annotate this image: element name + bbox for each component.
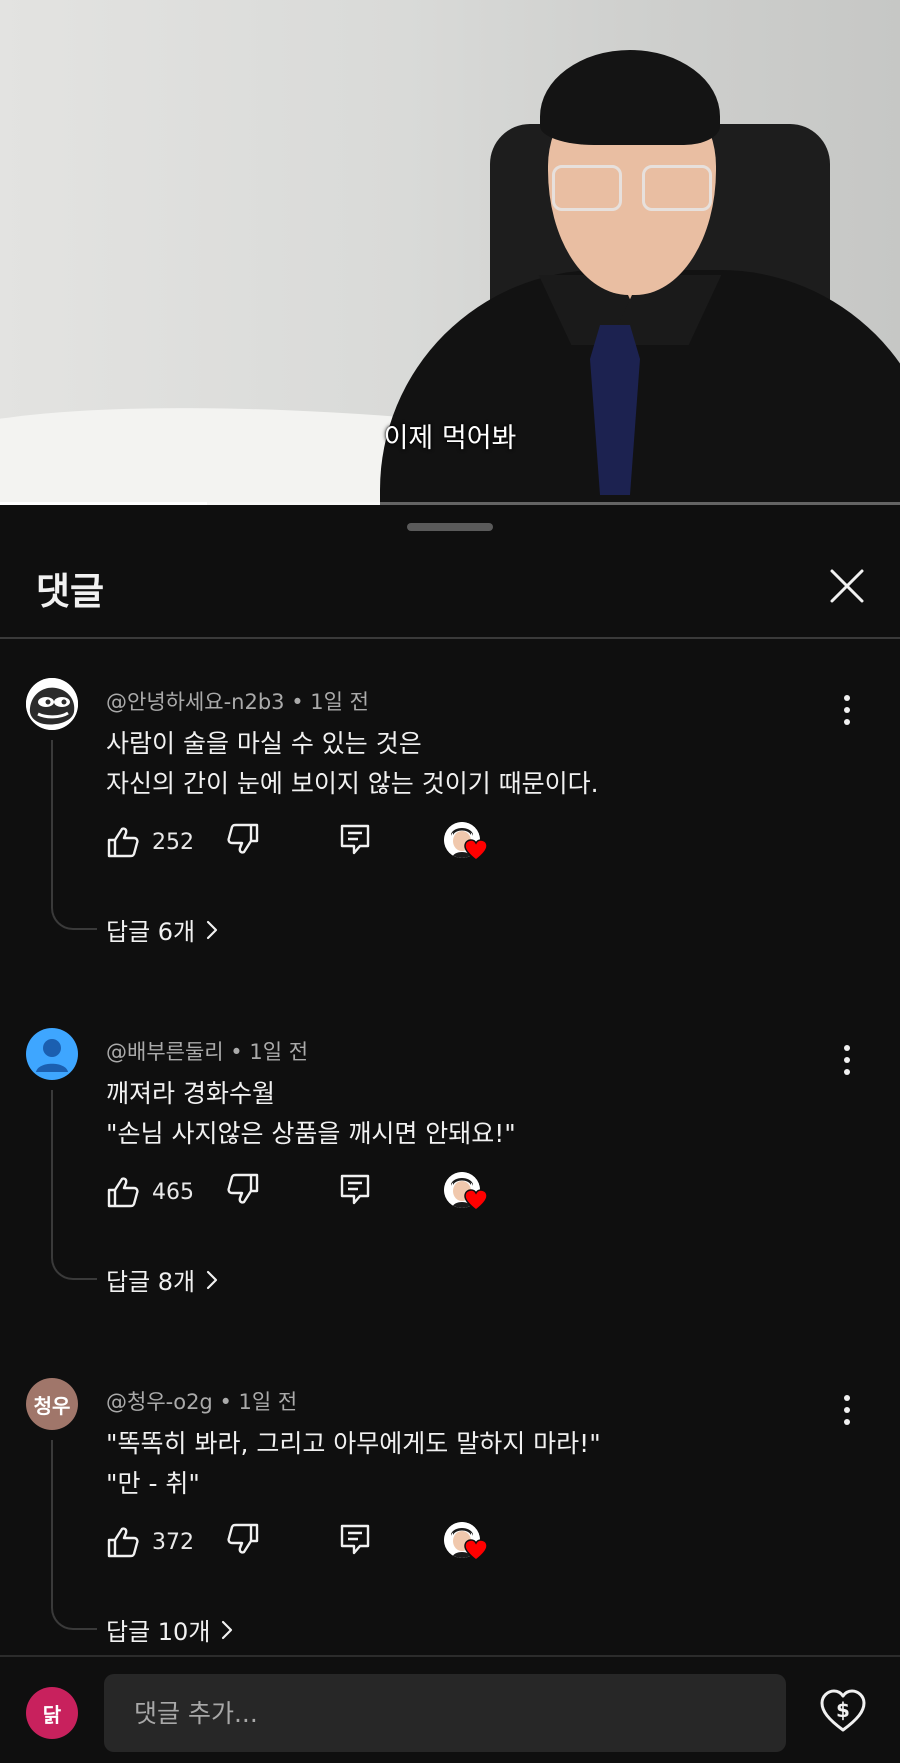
drag-handle[interactable] <box>407 523 493 531</box>
reply-button[interactable] <box>338 1522 378 1562</box>
comment-meta: @배부른둘리 • 1일 전 <box>106 1036 308 1066</box>
heart-icon <box>464 839 488 861</box>
video-person-hair <box>540 50 720 145</box>
reply-thread-line <box>51 740 97 930</box>
comment-meta: @안녕하세요-n2b3 • 1일 전 <box>106 686 369 716</box>
like-count: 372 <box>152 1529 194 1555</box>
pepe-icon <box>26 678 78 730</box>
comment-author[interactable]: @안녕하세요-n2b3 <box>106 690 285 714</box>
comment-line: 자신의 간이 눈에 보이지 않는 것이기 때문이다. <box>106 769 599 798</box>
view-replies-button[interactable]: 답글 10개 <box>106 1612 234 1647</box>
comment-time: 1일 전 <box>249 1040 309 1064</box>
video-player[interactable]: 이제 먹어봐 <box>0 0 900 505</box>
like-button[interactable]: 372 <box>106 1522 194 1562</box>
reply-comment-icon <box>340 1524 370 1555</box>
comment-text: "똑똑히 봐라, 그리고 아무에게도 말하지 마라!" "만 - 취" <box>106 1424 826 1504</box>
commenter-avatar[interactable]: 청우 <box>26 1378 78 1430</box>
heart-icon <box>464 1539 488 1561</box>
like-button[interactable]: 465 <box>106 1172 194 1212</box>
meta-separator: • <box>219 1390 239 1414</box>
comment-list[interactable]: @안녕하세요-n2b3 • 1일 전 사람이 술을 마실 수 있는 것은 자신의… <box>0 640 900 1657</box>
comment-text: 사람이 술을 마실 수 있는 것은 자신의 간이 눈에 보이지 않는 것이기 때… <box>106 724 826 804</box>
meta-separator: • <box>230 1040 250 1064</box>
comment-compose-bar: 닭 $ <box>0 1655 900 1763</box>
comment-line: "만 - 취" <box>106 1469 200 1498</box>
comment-line: "똑똑히 봐라, 그리고 아무에게도 말하지 마라!" <box>106 1429 601 1458</box>
reply-comment-icon <box>340 1174 370 1205</box>
reply-button[interactable] <box>338 822 378 862</box>
comment-text: 깨져라 경화수월 "손님 사지않은 상품을 깨시면 안돼요!" <box>106 1074 826 1154</box>
comment-more-button[interactable] <box>832 1042 862 1078</box>
more-vert-icon <box>844 1395 850 1425</box>
replies-count: 답글 10개 <box>106 1618 211 1646</box>
replies-count: 답글 8개 <box>106 1268 196 1296</box>
creator-heart-badge <box>444 1522 490 1568</box>
video-glasses <box>552 165 712 215</box>
comment-author[interactable]: @배부른둘리 <box>106 1040 224 1064</box>
reply-thread-line <box>51 1440 97 1630</box>
chevron-right-icon <box>207 920 218 939</box>
reply-thread-line <box>51 1090 97 1280</box>
thumbs-down-icon <box>227 1523 259 1554</box>
thumbs-up-icon <box>107 1527 139 1558</box>
comment-time: 1일 전 <box>238 1390 298 1414</box>
header-divider <box>0 637 900 639</box>
thumbs-down-icon <box>227 823 259 854</box>
thanks-button[interactable]: $ <box>818 1687 868 1737</box>
heart-icon <box>464 1189 488 1211</box>
chevron-right-icon <box>207 1270 218 1289</box>
like-count: 465 <box>152 1179 194 1205</box>
meta-separator: • <box>291 690 311 714</box>
user-avatar[interactable]: 닭 <box>26 1687 78 1739</box>
replies-count: 답글 6개 <box>106 918 196 946</box>
reply-button[interactable] <box>338 1172 378 1212</box>
comment-author[interactable]: @청우-o2g <box>106 1390 213 1414</box>
comment-item: @안녕하세요-n2b3 • 1일 전 사람이 술을 마실 수 있는 것은 자신의… <box>0 640 900 990</box>
comment-more-button[interactable] <box>832 692 862 728</box>
comment-line: 깨져라 경화수월 <box>106 1079 275 1108</box>
reply-comment-icon <box>340 824 370 855</box>
like-count: 252 <box>152 829 194 855</box>
comment-actions: 372 <box>106 1522 566 1562</box>
dislike-button[interactable] <box>226 1522 266 1562</box>
thumbs-down-icon <box>227 1173 259 1204</box>
close-button[interactable] <box>822 561 872 611</box>
creator-heart-badge <box>444 822 490 868</box>
view-replies-button[interactable]: 답글 6개 <box>106 912 219 947</box>
more-vert-icon <box>844 695 850 725</box>
comment-item: 청우 @청우-o2g • 1일 전 "똑똑히 봐라, 그리고 아무에게도 말하지… <box>0 1340 900 1657</box>
view-replies-button[interactable]: 답글 8개 <box>106 1262 219 1297</box>
heart-dollar-icon: $ <box>820 1689 866 1732</box>
comment-meta: @청우-o2g • 1일 전 <box>106 1386 297 1416</box>
add-comment-input[interactable] <box>104 1674 786 1752</box>
sheet-title: 댓글 <box>36 570 105 613</box>
commenter-avatar[interactable] <box>26 678 78 730</box>
video-subtitle: 이제 먹어봐 <box>383 423 517 454</box>
thumbs-up-icon <box>107 827 139 858</box>
creator-heart-badge <box>444 1172 490 1218</box>
dislike-button[interactable] <box>226 822 266 862</box>
more-vert-icon <box>844 1045 850 1075</box>
svg-text:$: $ <box>836 1698 850 1722</box>
dislike-button[interactable] <box>226 1172 266 1212</box>
close-icon <box>830 569 864 603</box>
comment-more-button[interactable] <box>832 1392 862 1428</box>
commenter-avatar[interactable] <box>26 1028 78 1080</box>
thumbs-up-icon <box>107 1177 139 1208</box>
comment-line: "손님 사지않은 상품을 깨시면 안돼요!" <box>106 1119 516 1148</box>
comment-line: 사람이 술을 마실 수 있는 것은 <box>106 729 422 758</box>
comment-actions: 252 <box>106 822 566 862</box>
comment-item: @배부른둘리 • 1일 전 깨져라 경화수월 "손님 사지않은 상품을 깨시면 … <box>0 990 900 1340</box>
chevron-right-icon <box>222 1620 233 1639</box>
comment-time: 1일 전 <box>310 690 369 714</box>
like-button[interactable]: 252 <box>106 822 194 862</box>
comment-actions: 465 <box>106 1172 566 1212</box>
default-person-icon <box>36 1039 68 1072</box>
comments-sheet: 댓글 @안녕하세요-n2b3 • 1일 전 사람이 술을 마실 수 있는 것은 … <box>0 505 900 1763</box>
